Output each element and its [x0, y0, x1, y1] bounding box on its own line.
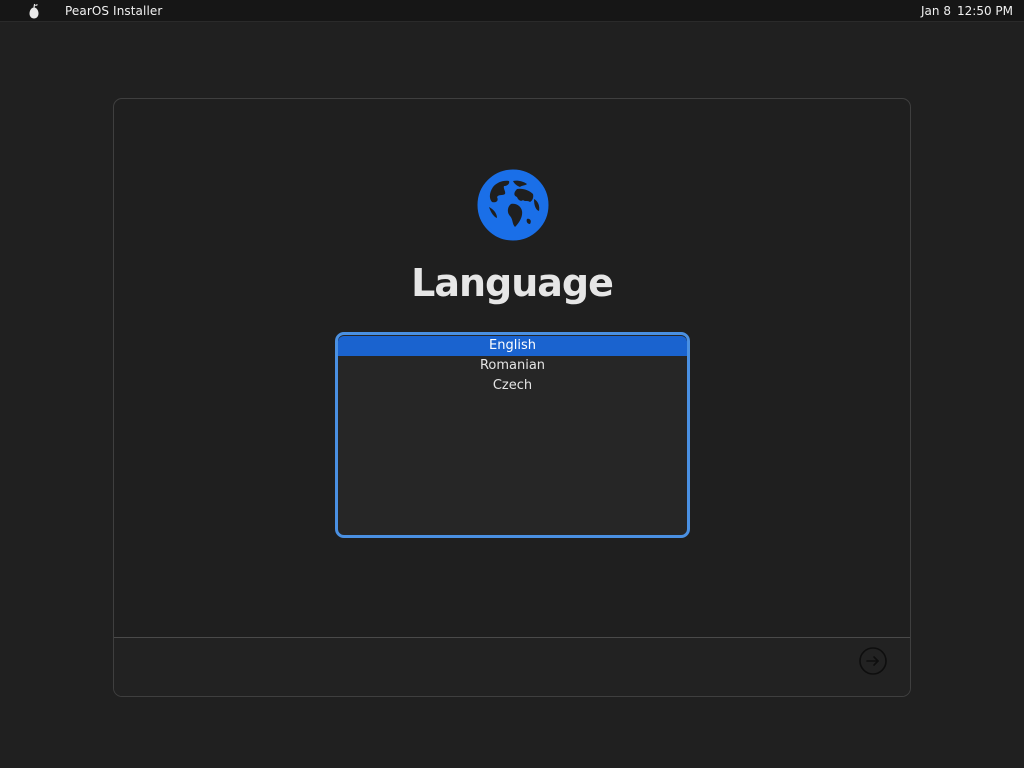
language-label: Romanian	[479, 358, 546, 373]
pear-icon[interactable]	[27, 3, 41, 19]
language-option-czech[interactable]: Czech	[338, 376, 687, 396]
globe-icon	[477, 169, 549, 241]
language-list[interactable]: English Romanian Czech	[335, 332, 690, 538]
clock-date[interactable]: Jan 8	[921, 4, 951, 18]
language-option-romanian[interactable]: Romanian	[338, 356, 687, 376]
installer-window: Language English Romanian Czech	[113, 98, 911, 697]
language-option-english[interactable]: English	[338, 336, 687, 356]
clock-time[interactable]: 12:50 PM	[957, 4, 1013, 18]
language-label: Czech	[492, 378, 533, 393]
arrow-right-circle-icon[interactable]	[859, 647, 887, 675]
app-title[interactable]: PearOS Installer	[65, 4, 162, 18]
page-title: Language	[411, 261, 614, 305]
language-label: English	[489, 338, 536, 353]
top-menu-bar: PearOS Installer Jan 8 12:50 PM	[0, 0, 1024, 22]
installer-footer	[114, 637, 910, 696]
